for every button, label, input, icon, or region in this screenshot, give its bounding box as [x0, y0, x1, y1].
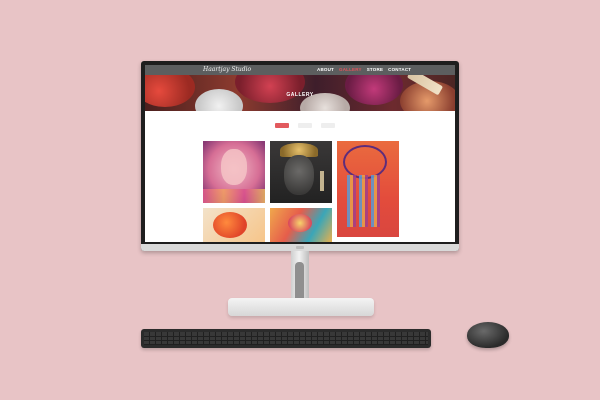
gallery-filters: [275, 123, 335, 128]
gallery-item-buddha[interactable]: [270, 141, 332, 203]
painting-candle: [320, 171, 324, 191]
nav-store[interactable]: STORE: [367, 67, 383, 72]
monitor: Haartjay Studio ABOUT GALLERY STORE CONT…: [141, 61, 459, 251]
cable-management-hole: [295, 262, 304, 302]
hero-banner: GALLERY: [145, 75, 455, 111]
gallery-item-koi-fish[interactable]: [203, 208, 265, 242]
painting-flowers: [203, 189, 265, 203]
filter-button-all[interactable]: [275, 123, 289, 128]
gallery-item-dreamcatcher[interactable]: [337, 141, 399, 237]
paint-can-image: [345, 75, 403, 105]
website-screen: Haartjay Studio ABOUT GALLERY STORE CONT…: [145, 65, 455, 242]
mouse: [467, 322, 509, 348]
gallery-item-abstract-flowers[interactable]: [270, 208, 332, 242]
nav-menu: ABOUT GALLERY STORE CONTACT: [317, 67, 411, 72]
painting-fish: [213, 212, 247, 238]
paint-can-image: [235, 75, 305, 103]
monitor-bezel-chin: [141, 244, 459, 251]
painting-dreamcatcher-ring: [343, 145, 387, 179]
site-logo[interactable]: Haartjay Studio: [203, 66, 251, 73]
site-navbar: Haartjay Studio ABOUT GALLERY STORE CONT…: [145, 65, 455, 75]
gallery-item-pink-face[interactable]: [203, 141, 265, 203]
paint-can-image: [145, 75, 195, 107]
monitor-stand-base: [228, 298, 374, 316]
filter-button-3[interactable]: [321, 123, 335, 128]
nav-about[interactable]: ABOUT: [317, 67, 334, 72]
keyboard: [141, 329, 431, 348]
painting-feathers: [347, 175, 383, 227]
nav-gallery[interactable]: GALLERY: [339, 67, 362, 72]
monitor-logo: [296, 246, 304, 249]
hero-title: GALLERY: [286, 92, 314, 98]
desk-scene: Haartjay Studio ABOUT GALLERY STORE CONT…: [0, 0, 600, 400]
painting-buddha-face: [284, 155, 314, 195]
painting-face-shape: [221, 149, 247, 185]
keyboard-keys: [144, 332, 428, 345]
nav-contact[interactable]: CONTACT: [388, 67, 411, 72]
painting-bloom: [288, 214, 312, 232]
filter-button-2[interactable]: [298, 123, 312, 128]
